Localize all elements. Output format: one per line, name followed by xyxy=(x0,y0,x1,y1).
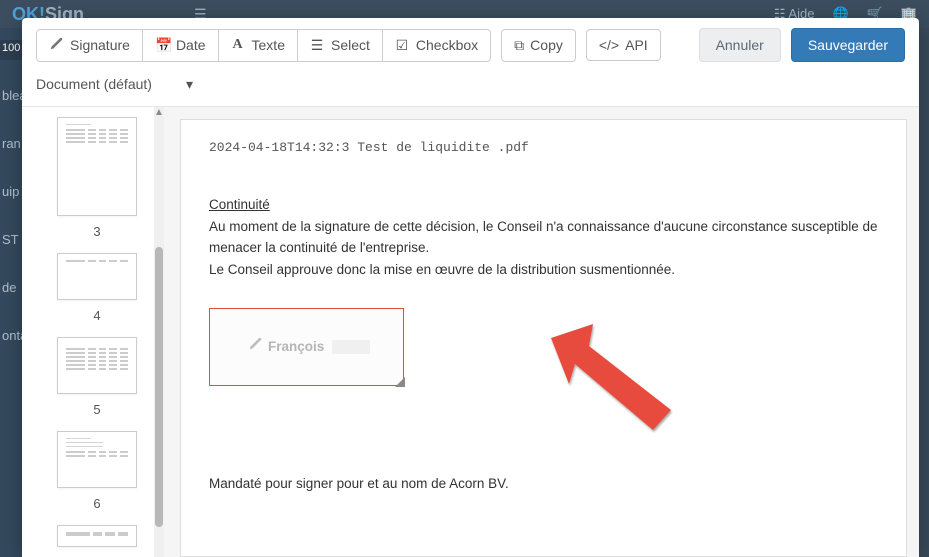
thumbnail-page-6[interactable] xyxy=(57,431,137,488)
sidebar-item[interactable]: onta xyxy=(0,328,22,348)
document-selector-bar: Document (défaut) ▾ xyxy=(22,68,919,106)
list-icon: ☰ xyxy=(310,37,324,54)
font-icon: A xyxy=(231,37,245,53)
field-tools-group: Signature 📅 Date A Texte ☰ Select ☑ Chec… xyxy=(36,29,491,62)
thumbnail-page-5[interactable] xyxy=(57,337,137,394)
thumbnail-label: 6 xyxy=(93,496,100,511)
save-button[interactable]: Sauvegarder xyxy=(791,28,905,62)
paragraph: Le Conseil approuve donc la mise en œuvr… xyxy=(209,260,878,280)
scrollbar-thumb[interactable] xyxy=(155,247,163,527)
signature-field[interactable]: François xyxy=(209,308,404,386)
document-select[interactable]: Document (défaut) xyxy=(36,72,152,96)
page-file-header: 2024-04-18T14:32:3 Test de liquidite .pd… xyxy=(209,140,878,155)
zoom-level: 100 xyxy=(0,40,22,60)
thumbnail-page-3[interactable] xyxy=(57,117,137,216)
editor-modal: Signature 📅 Date A Texte ☰ Select ☑ Chec… xyxy=(22,18,919,557)
page-canvas[interactable]: 2024-04-18T14:32:3 Test de liquidite .pd… xyxy=(164,107,919,557)
date-tool[interactable]: 📅 Date xyxy=(143,30,219,61)
sidebar-item[interactable]: de xyxy=(0,280,22,300)
mandate-text: Mandaté pour signer pour et au nom de Ac… xyxy=(209,474,878,494)
thumbnail-label: 4 xyxy=(93,308,100,323)
copy-button[interactable]: ⧉ Copy xyxy=(501,29,576,62)
chevron-down-icon[interactable]: ▾ xyxy=(186,76,193,93)
thumbnail-page-4[interactable] xyxy=(57,253,137,300)
main-sidebar: 100 blea ran uip ST de onta xyxy=(0,28,22,557)
text-tool[interactable]: A Texte xyxy=(219,30,298,61)
redacted-surname xyxy=(332,340,370,354)
signer-name: François xyxy=(268,337,324,357)
thumbnail-label: 3 xyxy=(93,224,100,239)
thumbnail-panel[interactable]: 3 4 5 xyxy=(22,107,154,557)
checkbox-icon: ☑ xyxy=(395,37,409,54)
scroll-up-icon[interactable]: ▲ xyxy=(154,107,164,119)
copy-icon: ⧉ xyxy=(514,37,524,54)
pen-icon xyxy=(49,37,63,54)
paragraph: Au moment de la signature de cette décis… xyxy=(209,217,878,258)
thumbnail-label: 5 xyxy=(93,402,100,417)
editor-toolbar: Signature 📅 Date A Texte ☰ Select ☑ Chec… xyxy=(22,18,919,68)
sidebar-item[interactable]: blea xyxy=(0,88,22,108)
thumbnail-scrollbar[interactable]: ▲ xyxy=(154,107,164,557)
cancel-button[interactable]: Annuler xyxy=(699,28,781,62)
sidebar-item[interactable]: ran xyxy=(0,136,22,156)
checkbox-tool[interactable]: ☑ Checkbox xyxy=(383,30,490,61)
signature-tool[interactable]: Signature xyxy=(37,30,143,61)
sidebar-item[interactable]: ST xyxy=(0,232,22,252)
code-icon: </> xyxy=(599,37,619,53)
thumbnail-page-7[interactable] xyxy=(57,525,137,547)
document-page[interactable]: 2024-04-18T14:32:3 Test de liquidite .pd… xyxy=(180,119,907,557)
workspace: 3 4 5 xyxy=(22,106,919,557)
select-tool[interactable]: ☰ Select xyxy=(298,30,383,61)
api-button[interactable]: </> API xyxy=(586,29,661,61)
resize-handle-icon[interactable] xyxy=(395,377,405,387)
calendar-icon: 📅 xyxy=(155,37,169,54)
sidebar-item[interactable]: uip xyxy=(0,184,22,204)
section-heading: Continuité xyxy=(209,195,878,215)
pen-icon xyxy=(248,337,262,357)
